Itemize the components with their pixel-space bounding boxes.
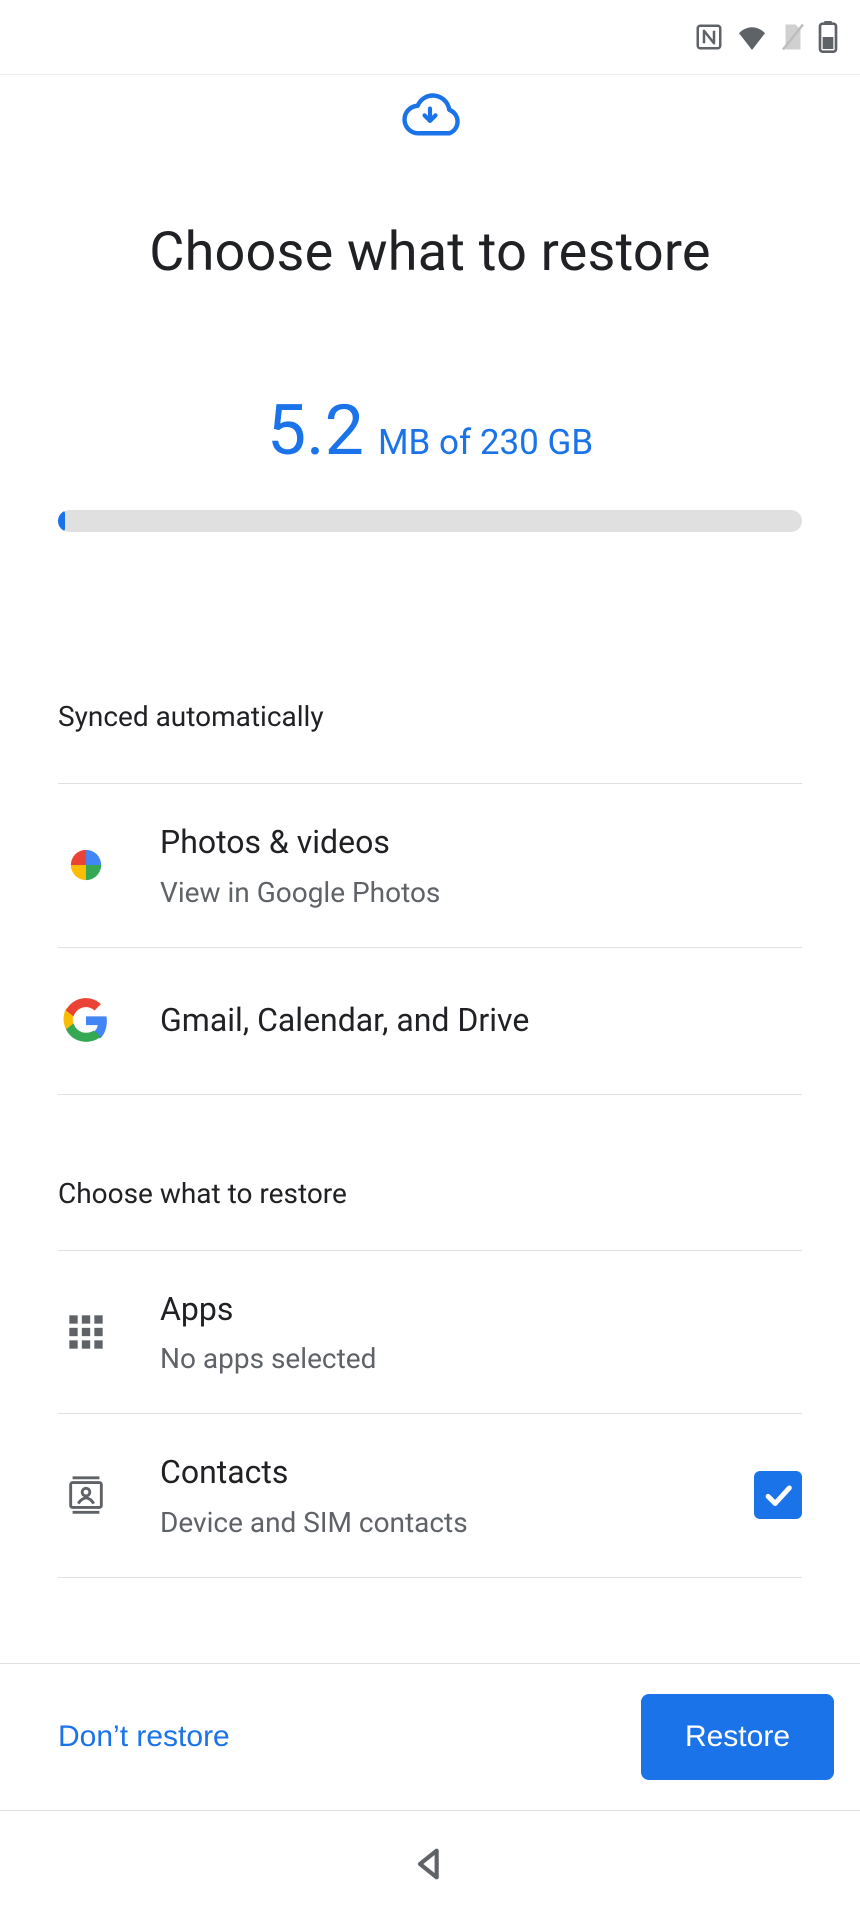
apps-grid-icon (58, 1312, 114, 1352)
section-heading-choose: Choose what to restore (0, 1177, 860, 1210)
restore-item-title: Apps (160, 1289, 802, 1331)
restore-item-subtitle: No apps selected (160, 1342, 802, 1375)
page-title: Choose what to restore (0, 221, 860, 284)
contacts-icon (58, 1472, 114, 1518)
main-content: Choose what to restore 5.2 MB of 230 GB … (0, 75, 860, 1663)
synced-item-title: Photos & videos (160, 822, 802, 864)
storage-usage: 5.2 MB of 230 GB (0, 396, 860, 466)
synced-item-photos[interactable]: Photos & videos View in Google Photos (58, 783, 802, 948)
synced-item-title: Gmail, Calendar, and Drive (160, 1000, 802, 1042)
google-photos-icon (58, 839, 114, 891)
nfc-icon (694, 22, 724, 52)
synced-item-subtitle: View in Google Photos (160, 876, 802, 909)
synced-item-google[interactable]: Gmail, Calendar, and Drive (58, 948, 802, 1095)
navigation-bar (0, 1810, 860, 1920)
no-sim-icon (780, 22, 806, 52)
contacts-checkbox[interactable] (754, 1471, 802, 1519)
back-icon[interactable] (410, 1844, 450, 1888)
footer-actions: Don’t restore Restore (0, 1663, 860, 1810)
restore-item-title: Contacts (160, 1452, 708, 1494)
dont-restore-button[interactable]: Don’t restore (58, 1720, 230, 1754)
storage-used-value: 5.2 (267, 396, 364, 466)
battery-icon (818, 21, 838, 53)
cloud-download-icon (397, 89, 463, 143)
storage-progress-fill (58, 510, 65, 532)
google-g-icon (58, 996, 114, 1046)
restore-button[interactable]: Restore (641, 1694, 834, 1780)
storage-total-label: MB of 230 GB (378, 422, 593, 463)
restore-item-contacts[interactable]: Contacts Device and SIM contacts (58, 1414, 802, 1578)
storage-progress-bar (58, 510, 802, 532)
wifi-icon (736, 24, 768, 50)
status-bar (0, 0, 860, 75)
restore-item-apps[interactable]: Apps No apps selected (58, 1250, 802, 1415)
restore-item-subtitle: Device and SIM contacts (160, 1506, 708, 1539)
section-heading-synced: Synced automatically (0, 700, 860, 733)
hero: Choose what to restore 5.2 MB of 230 GB (0, 75, 860, 532)
